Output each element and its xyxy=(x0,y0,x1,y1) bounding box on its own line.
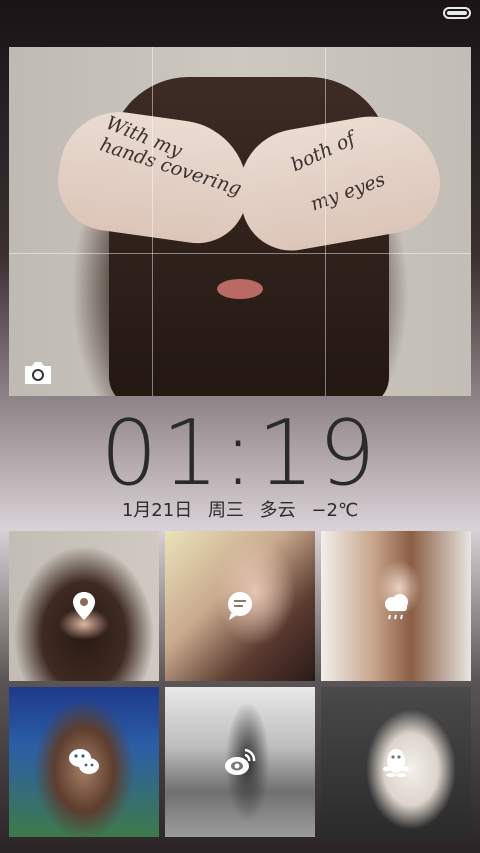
chat-bubble-icon xyxy=(223,589,257,623)
grid-line xyxy=(152,47,153,396)
shortcut-qq[interactable] xyxy=(321,687,471,837)
wechat-icon xyxy=(67,745,101,779)
lips xyxy=(217,279,263,299)
location-pin-icon xyxy=(67,589,101,623)
weather-cloud-icon xyxy=(379,589,413,623)
qq-penguin-icon xyxy=(379,745,413,779)
shortcut-weather[interactable] xyxy=(321,531,471,681)
weibo-icon xyxy=(223,745,257,779)
shortcut-location[interactable] xyxy=(9,531,159,681)
weekday-label: 周三 xyxy=(207,500,244,521)
temperature-label: −2℃ xyxy=(311,500,359,521)
grid-line xyxy=(325,47,326,396)
shortcut-weibo[interactable] xyxy=(165,687,315,837)
wallpaper-photo[interactable]: With my hands covering both of my eyes xyxy=(9,47,471,396)
shortcut-wechat[interactable] xyxy=(9,687,159,837)
camera-icon[interactable] xyxy=(23,360,53,386)
grid-line xyxy=(9,253,471,254)
clock-time: 01:19 xyxy=(100,401,380,506)
shortcut-grid xyxy=(9,531,471,837)
battery-full-icon xyxy=(443,7,471,19)
date-label: 1月21日 xyxy=(121,500,193,521)
shortcut-messages[interactable] xyxy=(165,531,315,681)
date-weather-row: 1月21日 周三 多云 −2℃ xyxy=(0,496,480,522)
weather-label: 多云 xyxy=(259,500,296,521)
